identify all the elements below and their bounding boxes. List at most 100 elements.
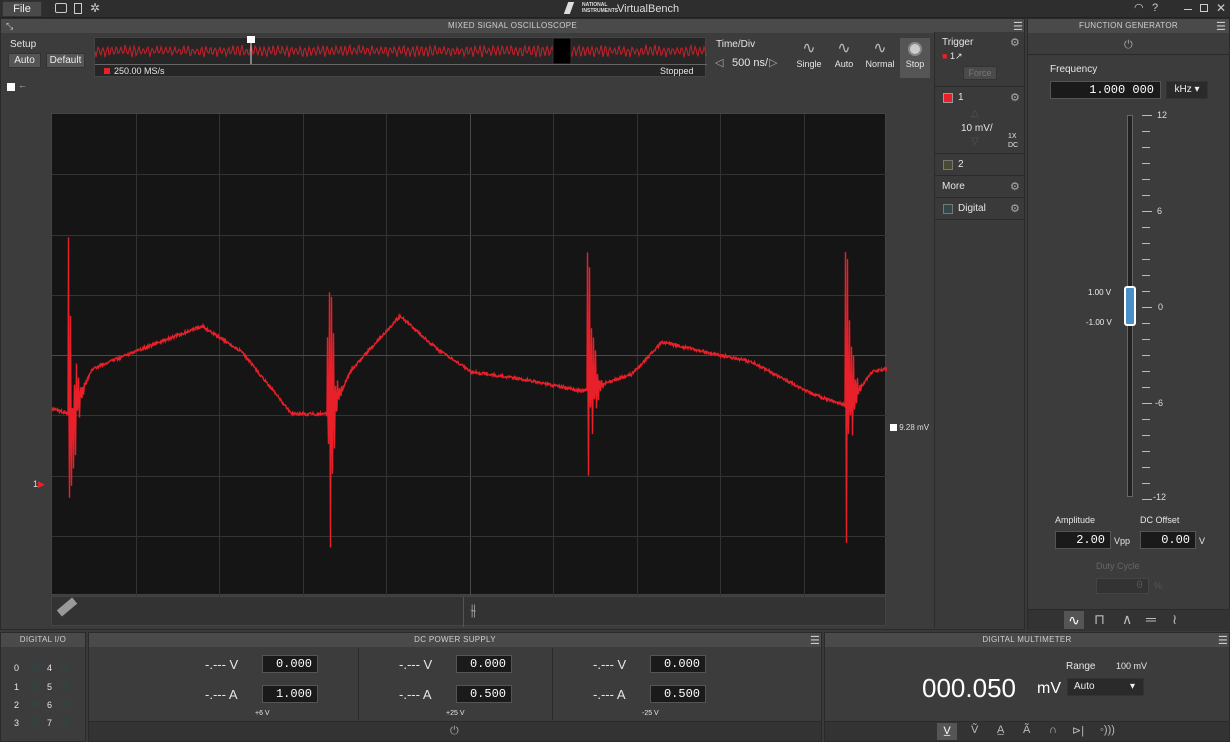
psu-channel-1: -.--- V 0.000 -.--- A 1.000 +6 V <box>89 648 359 720</box>
scale-tick <box>1142 243 1150 244</box>
dc-current-icon[interactable]: A̲ <box>997 724 1004 736</box>
scale-up-icon[interactable]: △ <box>971 108 979 119</box>
timediv-decrease-icon[interactable]: ◁ <box>715 56 723 69</box>
dio-line-0[interactable]: 0 <box>14 663 40 673</box>
amplitude-input[interactable]: 2.00 <box>1055 531 1111 549</box>
psu2-name: +25 V <box>446 710 465 717</box>
function-generator-panel: FUNCTION GENERATOR ☰ ⏻ Frequency 1.000 0… <box>1027 18 1230 631</box>
trigger-label: Trigger <box>942 37 974 48</box>
dc-offset-input[interactable]: 0.00 <box>1140 531 1196 549</box>
setup-label: Setup <box>10 39 37 50</box>
psu2-current-input[interactable]: 0.500 <box>456 685 512 703</box>
dio-line-6[interactable]: 6 <box>47 700 69 710</box>
chevron-down-icon: ▾ <box>1129 681 1135 692</box>
channel-color-chip <box>104 68 110 74</box>
duty-cycle-input[interactable]: 0 <box>1096 578 1149 594</box>
notebook-icon[interactable] <box>74 3 82 14</box>
channel-1-toggle[interactable] <box>943 93 953 103</box>
auto-wave-icon: ∿ <box>837 40 851 57</box>
dio-line-1[interactable]: 1 <box>14 682 40 692</box>
digital-toggle[interactable] <box>943 204 953 214</box>
digital-io-panel: DIGITAL I/O 0 4 1 5 2 6 3 7 <box>0 632 86 742</box>
square-wave-icon[interactable]: ⊓ <box>1094 611 1105 628</box>
minimize-icon[interactable] <box>1184 9 1192 10</box>
trigger-level-marker[interactable]: 9.28 mV <box>890 423 929 432</box>
force-trigger-button[interactable]: Force <box>963 66 997 80</box>
scale-tick <box>1142 291 1150 292</box>
channel-2-toggle[interactable] <box>943 160 953 170</box>
channel-1-trace <box>52 237 887 548</box>
psu3-voltage-input[interactable]: 0.000 <box>650 655 706 673</box>
close-icon[interactable]: ✕ <box>1216 1 1226 15</box>
auto-mode-button[interactable]: ∿ Auto <box>828 39 860 77</box>
channel-1-offset-marker[interactable]: 1▶ <box>33 479 45 490</box>
default-setup-button[interactable]: Default <box>46 53 85 68</box>
fgen-power-icon[interactable]: ⏻ <box>1124 39 1133 52</box>
triangle-wave-icon[interactable]: ∧ <box>1122 611 1132 628</box>
file-menu[interactable]: File <box>2 1 42 17</box>
ac-current-icon[interactable]: Ã <box>1023 724 1030 736</box>
wifi-icon[interactable]: ◠ <box>1134 1 1144 14</box>
more-label[interactable]: More <box>942 181 965 192</box>
psu1-voltage-reading: -.--- V <box>205 657 239 672</box>
timediv-value[interactable]: 500 ns/ <box>732 57 768 69</box>
channel-1-gear-icon[interactable]: ⚙ <box>1010 91 1020 104</box>
scale-label-neg12: -12 <box>1153 492 1167 502</box>
psu-power-icon[interactable]: ⏻ <box>450 725 459 738</box>
timediv-increase-icon[interactable]: ▷ <box>769 56 777 69</box>
sine-wave-icon[interactable]: ∿ <box>1064 611 1084 629</box>
psu1-current-input[interactable]: 1.000 <box>262 685 318 703</box>
settings-icon[interactable]: ✲ <box>90 1 100 15</box>
dc-voltage-icon[interactable]: V̲ <box>937 723 957 740</box>
digital-gear-icon[interactable]: ⚙ <box>1010 202 1020 215</box>
psu-menu-icon[interactable]: ☰ <box>810 634 820 647</box>
single-mode-button[interactable]: ∿ Single <box>793 39 825 77</box>
dio-line-5[interactable]: 5 <box>47 682 69 692</box>
auto-setup-button[interactable]: Auto <box>8 53 41 68</box>
scale-tick <box>1142 355 1150 356</box>
stop-button[interactable]: Stop <box>900 38 930 78</box>
multimeter-panel: DIGITAL MULTIMETER ☰ Range 100 mV 000.05… <box>824 632 1230 742</box>
trigger-gear-icon[interactable]: ⚙ <box>1010 36 1020 49</box>
camera-icon[interactable] <box>55 3 67 13</box>
dio-line-4[interactable]: 4 <box>47 663 69 673</box>
noise-wave-icon[interactable]: ≀ <box>1172 611 1177 628</box>
channel-1-scale[interactable]: 10 mV/ <box>961 123 993 134</box>
maximize-icon[interactable] <box>1200 4 1208 12</box>
amplitude-range-handle[interactable] <box>1124 286 1136 326</box>
cursors-icon[interactable]: ⫳ <box>470 602 477 620</box>
more-gear-icon[interactable]: ⚙ <box>1010 180 1020 193</box>
trigger-source[interactable]: ■ 1↗ <box>942 51 963 62</box>
fgen-menu-icon[interactable]: ☰ <box>1216 20 1226 33</box>
continuity-icon[interactable]: ◦))) <box>1100 724 1115 736</box>
waveform-overview[interactable]: 250.00 MS/s Stopped <box>94 36 707 77</box>
dc-wave-icon[interactable]: ═ <box>1146 611 1156 627</box>
back-arrow-icon[interactable]: ← <box>18 80 27 90</box>
scale-down-icon[interactable]: ▽ <box>971 136 979 147</box>
psu1-voltage-input[interactable]: 0.000 <box>262 655 318 673</box>
scale-tick <box>1142 499 1152 500</box>
expand-icon[interactable]: ⤡ <box>6 21 13 32</box>
duty-cycle-label: Duty Cycle <box>1096 561 1140 571</box>
dio-line-2[interactable]: 2 <box>14 700 40 710</box>
psu2-voltage-input[interactable]: 0.000 <box>456 655 512 673</box>
resistance-icon[interactable]: ∩ <box>1049 724 1057 736</box>
frequency-input[interactable]: 1.000 000 <box>1050 81 1161 99</box>
diode-icon[interactable]: ⊳| <box>1072 724 1084 737</box>
frequency-unit-select[interactable]: kHz ▾ <box>1166 81 1208 99</box>
ac-voltage-icon[interactable]: Ṽ <box>971 724 978 736</box>
scope-panel: MIXED SIGNAL OSCILLOSCOPE ☰ ⤡ Setup Auto… <box>0 18 1025 630</box>
ruler-icon[interactable] <box>56 597 78 617</box>
dmm-menu-icon[interactable]: ☰ <box>1218 634 1228 647</box>
dio-line-3[interactable]: 3 <box>14 718 40 728</box>
psu3-current-input[interactable]: 0.500 <box>650 685 706 703</box>
scale-tick <box>1142 371 1150 372</box>
scope-display[interactable] <box>51 113 887 596</box>
dio-line-7[interactable]: 7 <box>47 718 69 728</box>
dmm-range-select[interactable]: Auto ▾ <box>1067 678 1144 696</box>
normal-mode-button[interactable]: ∿ Normal <box>862 39 898 77</box>
trigger-position-marker[interactable] <box>247 36 255 43</box>
scale-tick <box>1142 339 1150 340</box>
cursor-marker-icon[interactable] <box>7 83 15 91</box>
help-icon[interactable]: ? <box>1152 2 1158 14</box>
